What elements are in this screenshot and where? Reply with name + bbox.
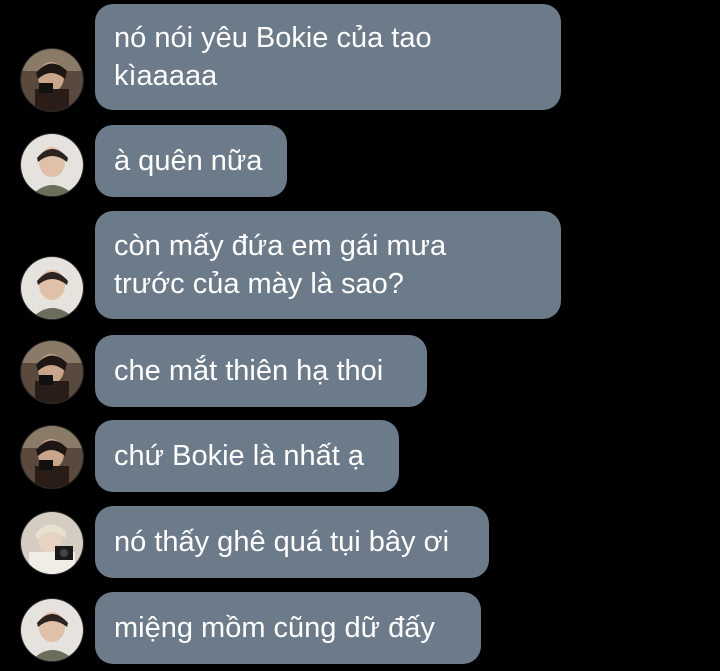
- message-text: à quên nữa: [114, 145, 263, 177]
- message-bubble: chứ Bokie là nhất ạ: [95, 420, 399, 492]
- avatar-dark-hair-camera[interactable]: [21, 49, 83, 111]
- avatar-dark-hair-camera[interactable]: [21, 426, 83, 488]
- avatar-light-smiling[interactable]: [21, 257, 83, 319]
- message-text: nó thấy ghê quá tụi bây ơi: [114, 526, 450, 558]
- message-text: kìaaaaa: [114, 60, 218, 92]
- message-text: nó nói yêu Bokie của tao: [114, 22, 432, 54]
- message-bubble: che mắt thiên hạ thoi: [95, 335, 427, 407]
- message-bubble: còn mấy đứa em gái mưa trước của mày là …: [95, 211, 561, 319]
- message-text: còn mấy đứa em gái mưa: [114, 230, 447, 262]
- avatar-light-smiling[interactable]: [21, 599, 83, 661]
- message-bubble: à quên nữa: [95, 125, 287, 197]
- message-text: trước của mày là sao?: [114, 268, 404, 300]
- message-text: miệng mồm cũng dữ đấy: [114, 612, 435, 644]
- avatar-dark-hair-camera[interactable]: [21, 341, 83, 403]
- avatar-light-smiling[interactable]: [21, 134, 83, 196]
- message-bubble: miệng mồm cũng dữ đấy: [95, 592, 481, 664]
- message-bubble: nó thấy ghê quá tụi bây ơi: [95, 506, 489, 578]
- message-text: che mắt thiên hạ thoi: [114, 355, 384, 387]
- message-text: chứ Bokie là nhất ạ: [114, 440, 364, 472]
- avatar-blond-camera[interactable]: [21, 512, 83, 574]
- message-bubble: nó nói yêu Bokie của tao kìaaaaa: [95, 4, 561, 110]
